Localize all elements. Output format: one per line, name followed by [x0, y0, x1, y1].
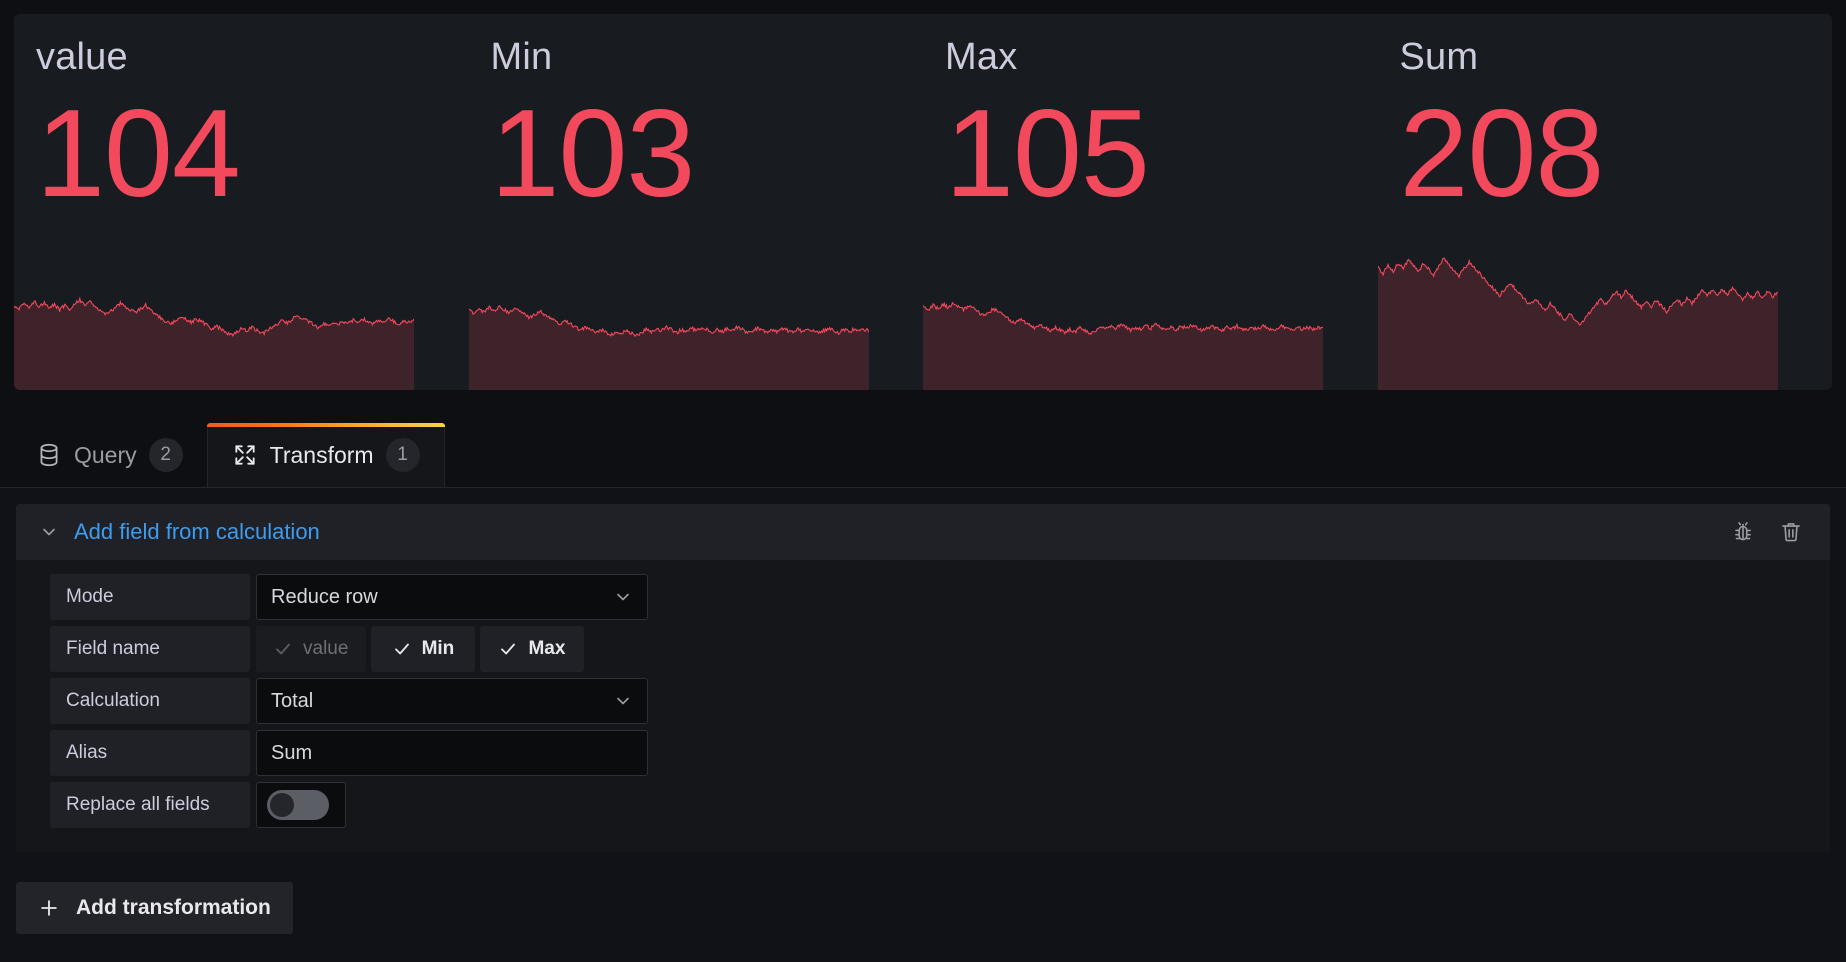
calculation-select-value: Total	[271, 690, 313, 713]
add-transformation-button[interactable]: Add transformation	[16, 882, 293, 934]
sparkline-sum	[1378, 230, 1778, 390]
field-name-option-value[interactable]: value	[256, 626, 366, 672]
stat-title: Min	[491, 36, 553, 79]
transformation-body: Mode Reduce row Field name	[16, 560, 1830, 852]
field-label-field-name: Field name	[50, 626, 250, 672]
field-label-replace-all-fields: Replace all fields	[50, 782, 250, 828]
field-label-alias: Alias	[50, 730, 250, 776]
sparkline-value	[14, 230, 414, 390]
chevron-down-icon[interactable]	[32, 515, 66, 549]
stat-value: 105	[945, 92, 1149, 216]
alias-input-value: Sum	[271, 742, 312, 765]
chevron-down-icon	[613, 691, 633, 711]
transformation-title[interactable]: Add field from calculation	[74, 519, 320, 545]
tab-query-label: Query	[74, 442, 137, 469]
transform-editor-pane: Add field from calculation	[0, 488, 1846, 962]
visualization-preview: value 104 Min 103 Max 105 Sum 208	[0, 0, 1846, 412]
tab-query-badge: 2	[149, 438, 183, 472]
replace-all-fields-toggle-wrap	[256, 782, 346, 828]
tab-transform[interactable]: Transform 1	[207, 423, 445, 487]
tab-transform-badge: 1	[386, 438, 420, 472]
field-control-mode: Reduce row	[256, 574, 648, 620]
transformation-card: Add field from calculation	[16, 504, 1830, 852]
toggle-knob	[270, 793, 294, 817]
bug-icon[interactable]	[1728, 517, 1758, 547]
stat-value: 104	[36, 92, 240, 216]
transformation-header[interactable]: Add field from calculation	[16, 504, 1830, 560]
mode-select-value: Reduce row	[271, 586, 378, 609]
tab-query[interactable]: Query 2	[12, 423, 207, 487]
stat-cell-min[interactable]: Min 103	[469, 14, 924, 390]
check-icon	[274, 640, 292, 658]
field-label-calculation: Calculation	[50, 678, 250, 724]
field-control-alias: Sum	[256, 730, 648, 776]
calculation-select[interactable]: Total	[256, 678, 648, 724]
field-row-alias: Alias Sum	[50, 730, 1830, 776]
stat-cell-max[interactable]: Max 105	[923, 14, 1378, 390]
field-row-mode: Mode Reduce row	[50, 574, 1830, 620]
alias-input[interactable]: Sum	[256, 730, 648, 776]
field-name-option-label: Min	[422, 638, 455, 660]
stat-value: 208	[1400, 92, 1604, 216]
editor-tab-bar: Query 2 Transform 1	[0, 412, 1846, 488]
mode-select[interactable]: Reduce row	[256, 574, 648, 620]
field-name-option-min[interactable]: Min	[371, 626, 475, 672]
sparkline-max	[923, 230, 1323, 390]
check-icon	[499, 640, 517, 658]
field-row-calculation: Calculation Total	[50, 678, 1830, 724]
database-icon	[36, 442, 62, 468]
check-icon	[393, 640, 411, 658]
field-row-field-name: Field name value	[50, 626, 1830, 672]
sparkline-min	[469, 230, 869, 390]
field-name-option-label: Max	[528, 638, 565, 660]
stat-cell-value[interactable]: value 104	[14, 14, 469, 390]
chevron-down-icon	[613, 587, 633, 607]
stat-cell-sum[interactable]: Sum 208	[1378, 14, 1833, 390]
stat-title: value	[36, 36, 128, 79]
field-name-checkbox-group: value Min	[256, 626, 584, 672]
replace-all-fields-toggle[interactable]	[267, 790, 329, 820]
field-name-option-label: value	[303, 638, 348, 660]
stat-value: 103	[491, 92, 695, 216]
field-control-calculation: Total	[256, 678, 648, 724]
stat-panel: value 104 Min 103 Max 105 Sum 208	[14, 14, 1832, 390]
transformation-actions	[1728, 517, 1820, 547]
stat-title: Max	[945, 36, 1017, 79]
add-transformation-label: Add transformation	[76, 896, 271, 920]
trash-icon[interactable]	[1776, 517, 1806, 547]
transform-icon	[232, 442, 258, 468]
field-row-replace-all-fields: Replace all fields	[50, 782, 1830, 828]
tab-transform-label: Transform	[270, 442, 374, 469]
field-label-mode: Mode	[50, 574, 250, 620]
stat-title: Sum	[1400, 36, 1479, 79]
field-control-replace-all-fields	[256, 782, 346, 828]
field-name-option-max[interactable]: Max	[480, 626, 584, 672]
plus-icon	[38, 897, 60, 919]
